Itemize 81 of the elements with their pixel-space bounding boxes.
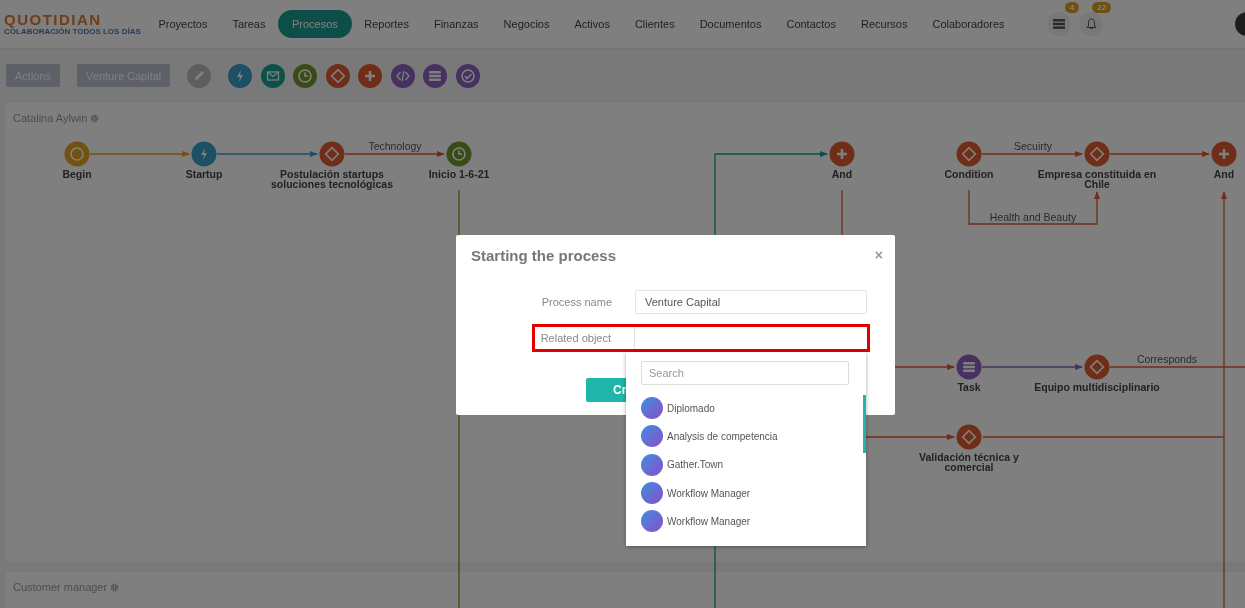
search-field[interactable]: Search (641, 361, 849, 385)
node-label: Equipo multidisciplinario (1034, 382, 1160, 392)
dropdown-item[interactable]: Analysis de competencia (641, 422, 851, 451)
code-icon (395, 68, 410, 83)
count-badge: 4 (1064, 2, 1080, 13)
nav-tab[interactable]: Tareas (219, 10, 278, 38)
node-label: Condition (944, 169, 994, 179)
tool-button[interactable] (390, 63, 415, 88)
node-label: Inicio 1-6-21 (428, 169, 490, 179)
dropdown-item[interactable]: Workflow Manager (641, 478, 851, 508)
item-avatar (641, 425, 663, 448)
field-label: Related object (539, 332, 611, 344)
trigger-node[interactable] (191, 141, 217, 167)
close-button[interactable]: × (874, 247, 883, 263)
node-label: Startup (185, 169, 223, 179)
node-label: Task (957, 382, 981, 392)
clock-icon (298, 68, 313, 83)
condition-node[interactable] (319, 141, 345, 167)
bell-icon (1085, 18, 1097, 30)
connector-label: Corresponds (1136, 353, 1198, 365)
plus-icon (363, 68, 378, 83)
condition-node[interactable] (1084, 354, 1110, 380)
dropdown-item[interactable]: Workflow Manager (641, 507, 851, 536)
check-circle-icon (460, 68, 475, 83)
count-badge: 22 (1092, 2, 1112, 13)
tool-button[interactable] (293, 63, 318, 88)
dialog-title: Starting the process (471, 247, 617, 264)
task-node[interactable] (956, 354, 982, 380)
nav-tab[interactable]: Recursos (848, 10, 920, 38)
item-avatar (641, 510, 663, 533)
notifications-button[interactable] (1079, 12, 1104, 36)
nav-tab[interactable]: Contactos (773, 10, 849, 38)
tool-button[interactable] (260, 63, 285, 88)
tasks-button[interactable] (1047, 12, 1072, 36)
input-field[interactable]: Venture Capital (635, 290, 867, 314)
tool-button[interactable] (455, 63, 480, 88)
condition-node[interactable] (956, 141, 982, 167)
timer-node[interactable] (446, 141, 472, 167)
node-label: Validación técnica y comercial (918, 452, 1020, 472)
gear-icon[interactable] (90, 113, 100, 123)
nav-tab[interactable]: Colaboradores (919, 10, 1018, 38)
node-label: And (831, 169, 853, 179)
logo: QUOTIDIAN (4, 12, 103, 27)
nav-tab[interactable]: Reportes (351, 10, 422, 38)
diamond-icon (330, 68, 345, 83)
list-icon (428, 68, 443, 83)
node-label: Postulación startups soluciones tecnológicas (270, 169, 394, 189)
field-label: Process name (540, 296, 612, 308)
nav-tab[interactable]: Activos (561, 10, 623, 38)
connector-label: Secuirty (1014, 140, 1052, 152)
gear-icon[interactable] (110, 582, 120, 592)
nav-tab[interactable]: Proyectos (146, 10, 220, 38)
item-avatar (641, 453, 663, 476)
nav-tab[interactable]: Clientes (622, 10, 688, 38)
node-label: Begin (62, 169, 92, 179)
node-label: And (1213, 169, 1235, 179)
item-avatar (641, 482, 663, 505)
node-label: Empresa constituida en Chile (1036, 169, 1158, 189)
logo-tagline: COLABORACIÓN TODOS LOS DÍAS (4, 27, 142, 36)
nav-tab[interactable]: Procesos (277, 10, 352, 38)
scrollbar-thumb[interactable] (863, 395, 866, 453)
nav-tab[interactable]: Documentos (687, 10, 774, 38)
tool-button[interactable] (187, 63, 212, 88)
nav-tab[interactable]: Finanzas (421, 10, 492, 38)
connector-label: Technology (368, 140, 422, 152)
envelope-icon (265, 68, 280, 83)
dropdown-item[interactable]: Gather.Town (641, 450, 851, 479)
start-node[interactable] (64, 141, 90, 167)
pencil-icon (192, 68, 207, 83)
tool-button[interactable] (228, 63, 253, 88)
tool-button[interactable] (423, 63, 448, 88)
condition-node[interactable] (1084, 141, 1110, 167)
item-avatar (641, 397, 663, 420)
connector-label: Health and Beauty (989, 211, 1077, 223)
nav-tab[interactable]: Negocios (491, 10, 562, 38)
tool-button[interactable] (358, 63, 383, 88)
list-icon (1053, 19, 1066, 29)
and-node[interactable] (829, 141, 855, 167)
tool-button[interactable] (325, 63, 350, 88)
and-node[interactable] (1211, 141, 1237, 167)
condition-node[interactable] (956, 424, 982, 450)
